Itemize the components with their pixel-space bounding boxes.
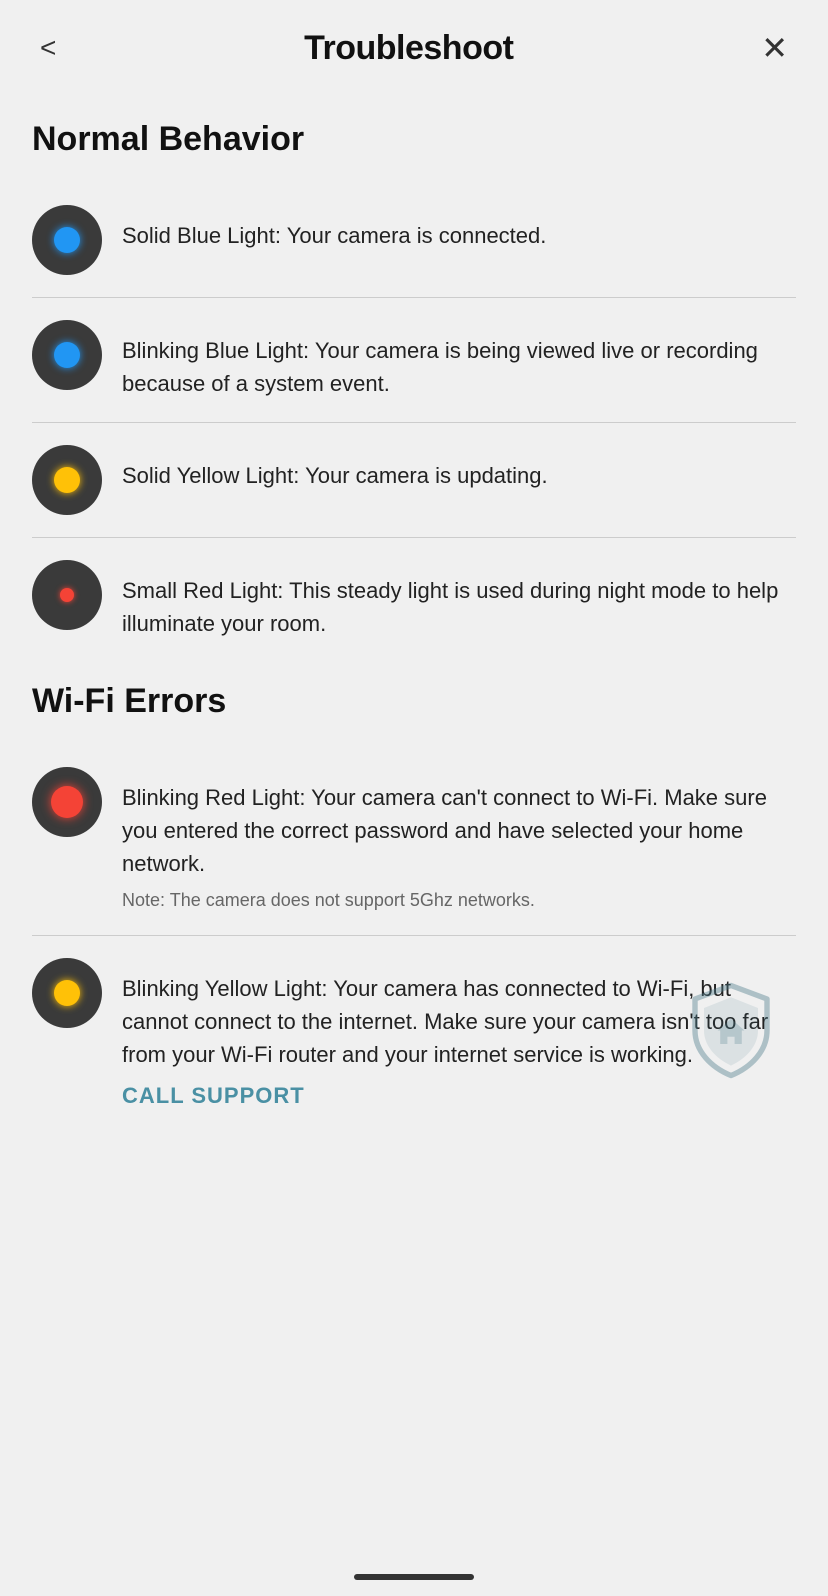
item-text-area: Blinking Red Light: Your camera can't co… [122,767,796,913]
list-item: Blinking Red Light: Your camera can't co… [32,745,796,936]
led-dot-red-blink [51,786,83,818]
list-item: Blinking Yellow Light: Your camera has c… [32,936,796,1131]
led-indicator-blinking-yellow [32,958,102,1028]
led-indicator-small-red [32,560,102,630]
bottom-bar [354,1574,474,1580]
shield-watermark-icon [686,981,776,1071]
led-dot-blue-solid [54,227,80,253]
item-main-text: Solid Blue Light: Your camera is connect… [122,223,546,248]
content-area: Normal Behavior Solid Blue Light: Your c… [0,88,828,1211]
led-dot-blue-blink [54,342,80,368]
section-wifi-errors: Wi-Fi Errors Blinking Red Light: Your ca… [32,682,796,1131]
led-dot-yellow-solid [54,467,80,493]
led-dot-yellow-blink [54,980,80,1006]
list-item: Solid Yellow Light: Your camera is updat… [32,423,796,538]
item-text-area: Blinking Blue Light: Your camera is bein… [122,320,796,400]
led-indicator-blinking-blue [32,320,102,390]
item-main-text: Solid Yellow Light: Your camera is updat… [122,463,548,488]
section-title-wifi: Wi-Fi Errors [32,682,796,721]
led-dot-red-small [60,588,74,602]
led-indicator-blinking-red [32,767,102,837]
item-text-area: Solid Blue Light: Your camera is connect… [122,205,796,252]
back-button[interactable]: < [32,30,64,66]
call-support-button[interactable]: CALL SUPPORT [122,1083,305,1109]
list-item: Small Red Light: This steady light is us… [32,538,796,662]
item-main-text: Blinking Yellow Light: Your camera has c… [122,976,768,1067]
item-text-area: Solid Yellow Light: Your camera is updat… [122,445,796,492]
list-item: Solid Blue Light: Your camera is connect… [32,183,796,298]
item-main-text: Blinking Blue Light: Your camera is bein… [122,338,758,396]
led-indicator-solid-yellow [32,445,102,515]
item-note-text: Note: The camera does not support 5Ghz n… [122,888,796,913]
item-main-text: Blinking Red Light: Your camera can't co… [122,785,767,876]
list-item: Blinking Blue Light: Your camera is bein… [32,298,796,423]
section-title-normal: Normal Behavior [32,120,796,159]
led-indicator-solid-blue [32,205,102,275]
close-button[interactable]: ✕ [753,28,796,68]
item-main-text: Small Red Light: This steady light is us… [122,578,778,636]
section-normal-behavior: Normal Behavior Solid Blue Light: Your c… [32,120,796,662]
page-title: Troubleshoot [304,29,513,68]
header: < Troubleshoot ✕ [0,0,828,88]
item-text-area: Small Red Light: This steady light is us… [122,560,796,640]
